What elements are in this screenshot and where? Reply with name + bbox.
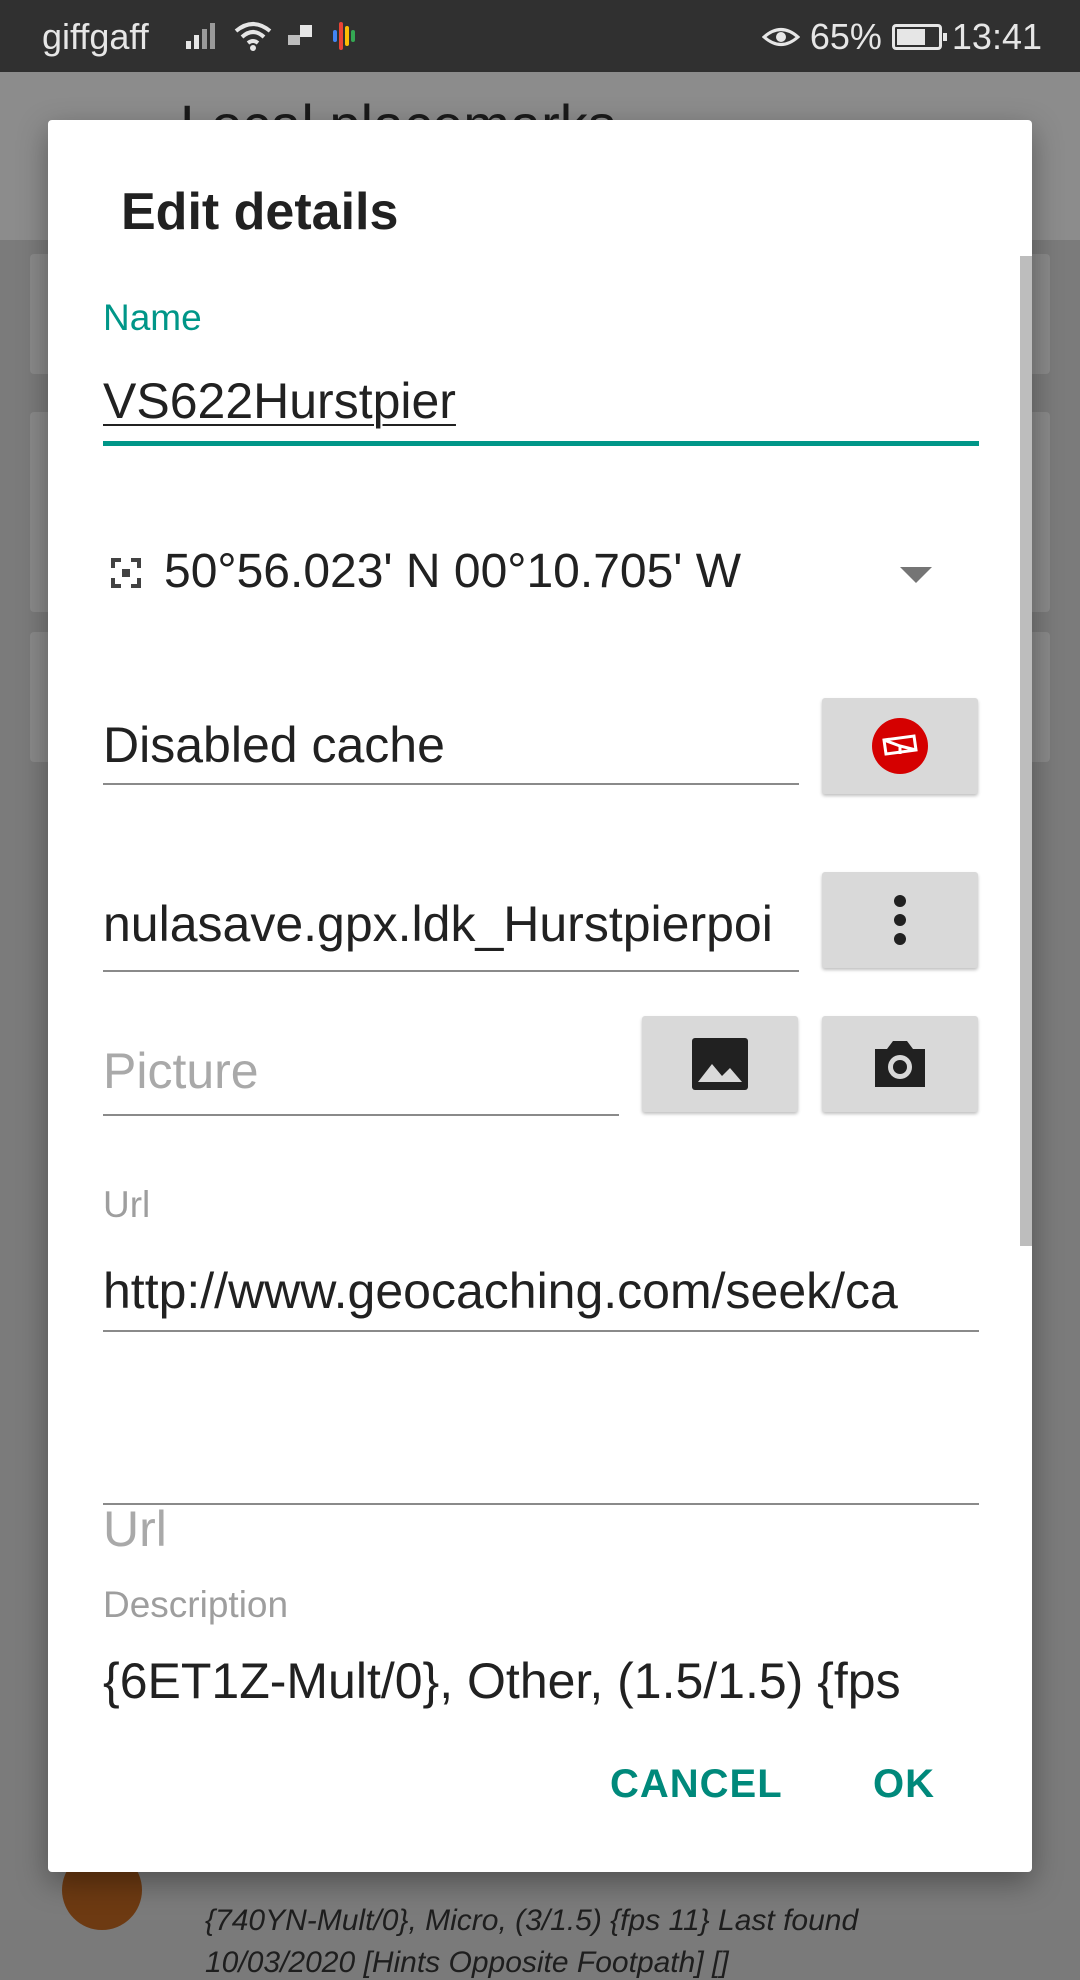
description-label: Description	[103, 1584, 289, 1625]
status-bar: giffgaff 65% 13:41	[0, 0, 1080, 72]
url-underline	[103, 1330, 979, 1332]
camera-button[interactable]	[822, 1016, 978, 1112]
scrollbar[interactable]	[1020, 256, 1032, 1246]
camera-icon	[875, 1041, 925, 1087]
carrier-name: giffgaff	[42, 16, 149, 57]
dialog-title: Edit details	[121, 183, 399, 241]
picture-underline	[103, 1114, 619, 1116]
file-field[interactable]: nulasave.gpx.ldk_Hurstpierpoi	[103, 895, 799, 953]
cache-type-button[interactable]	[822, 698, 978, 794]
status-right: 65% 13:41	[761, 16, 1042, 58]
name-label: Name	[103, 297, 202, 338]
cache-type-field[interactable]: Disabled cache	[103, 716, 445, 774]
edit-details-dialog: Edit details Name VS622Hurstpier 50°56.0…	[48, 120, 1032, 1872]
data-icon	[288, 25, 312, 45]
coordinates-icon	[111, 558, 141, 588]
battery-icon	[891, 24, 947, 50]
url-input-empty[interactable]: Url	[103, 1500, 167, 1558]
image-icon	[692, 1038, 748, 1090]
ok-button[interactable]: OK	[873, 1762, 935, 1807]
url-input[interactable]: http://www.geocaching.com/seek/ca	[103, 1262, 979, 1320]
clock: 13:41	[951, 16, 1042, 57]
name-input[interactable]: VS622Hurstpier	[103, 372, 456, 430]
description-input[interactable]: {6ET1Z-Mult/0}, Other, (1.5/1.5) {fps	[103, 1652, 979, 1710]
background-list-text: 10/03/2020 [Hints Opposite Footpath] []	[205, 1946, 729, 1979]
url-empty-underline	[103, 1503, 979, 1505]
file-underline	[103, 970, 799, 972]
name-input-underline	[103, 441, 979, 446]
signal-icon	[186, 23, 215, 49]
background-list-text: {740YN-Mult/0}, Micro, (3/1.5) {fps 11} …	[205, 1904, 859, 1937]
gallery-button[interactable]	[642, 1016, 798, 1112]
chevron-down-icon[interactable]	[900, 567, 932, 583]
cache-type-underline	[103, 783, 799, 785]
cancel-button[interactable]: CANCEL	[610, 1762, 783, 1807]
cache-type-icon	[872, 718, 928, 774]
coordinates-select[interactable]: 50°56.023' N 00°10.705' W	[164, 544, 741, 599]
status-icons	[184, 18, 360, 54]
picture-field[interactable]: Picture	[103, 1042, 259, 1100]
wifi-icon	[234, 22, 272, 51]
file-menu-button[interactable]	[822, 872, 978, 968]
url-label: Url	[103, 1184, 151, 1225]
podcast-app-icon	[333, 22, 355, 50]
more-vert-icon	[894, 895, 906, 945]
battery-percent: 65%	[809, 16, 882, 57]
eye-comfort-icon	[761, 28, 800, 46]
